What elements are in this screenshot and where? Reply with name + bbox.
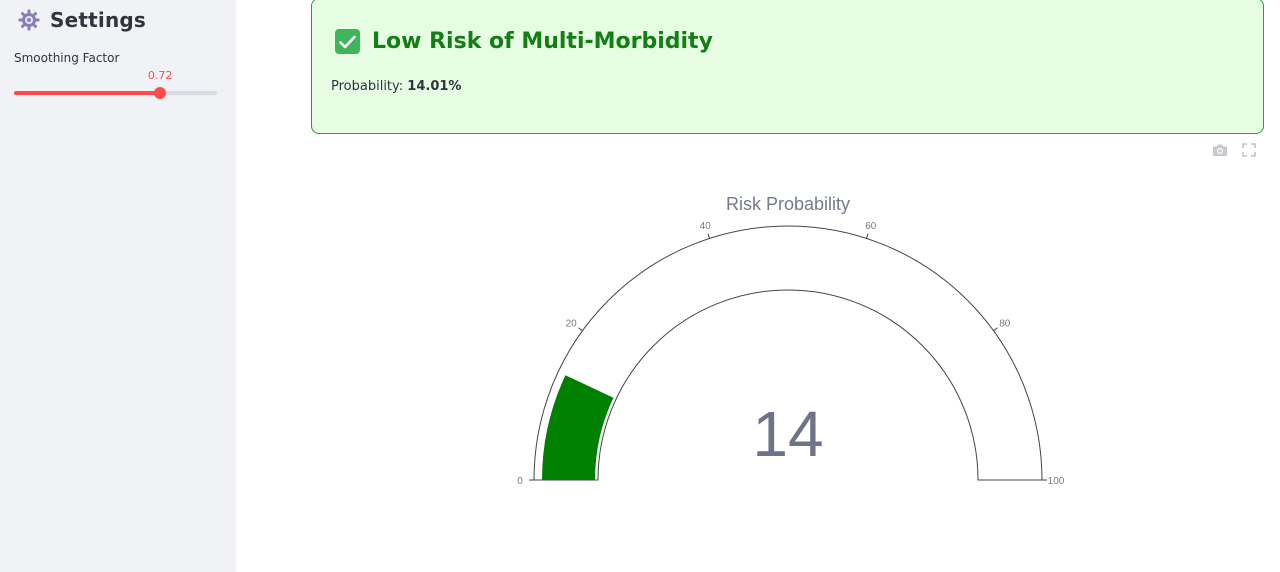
gauge-tick — [866, 233, 869, 239]
gauge-tick — [707, 233, 710, 239]
probability-label: Probability: — [331, 79, 404, 94]
gear-icon — [18, 9, 40, 31]
gauge-tick-label: 100 — [1048, 476, 1065, 487]
alert-heading: Low Risk of Multi-Morbidity — [335, 29, 713, 54]
risk-gauge-chart: Risk Probability 0 20 40 60 80 100 14 — [517, 194, 1065, 487]
gauge-value-bar — [542, 375, 614, 480]
check-mark-icon — [335, 29, 360, 54]
slider-label: Smoothing Factor — [14, 51, 120, 65]
gauge-tick-label: 20 — [566, 318, 578, 329]
success-alert: Low Risk of Multi-Morbidity Probability:… — [311, 0, 1264, 134]
gauge-value: 14 — [752, 398, 823, 470]
gauge-tick-label: 0 — [517, 476, 523, 487]
alert-title: Low Risk of Multi-Morbidity — [372, 29, 713, 54]
gauge-title: Risk Probability — [726, 194, 850, 214]
sidebar-title: Settings — [50, 8, 147, 32]
gauge-tick-label: 80 — [999, 318, 1011, 329]
app: Settings Smoothing Factor 0.72 Low Risk … — [0, 0, 1280, 572]
sidebar-header: Settings — [18, 6, 146, 34]
sidebar: Settings Smoothing Factor 0.72 — [0, 0, 236, 572]
probability-value: 14.01% — [407, 79, 462, 94]
gauge-tick-label: 40 — [700, 221, 712, 232]
probability-text: Probability: 14.01% — [331, 79, 461, 94]
gauge-tick-label: 60 — [865, 221, 877, 232]
gauge-tick — [993, 327, 998, 332]
slider-thumb[interactable] — [154, 87, 167, 99]
gauge-tick — [578, 327, 583, 332]
slider-fill — [14, 91, 161, 95]
slider-value: 0.72 — [147, 69, 173, 82]
smoothing-factor-slider[interactable] — [14, 87, 217, 99]
